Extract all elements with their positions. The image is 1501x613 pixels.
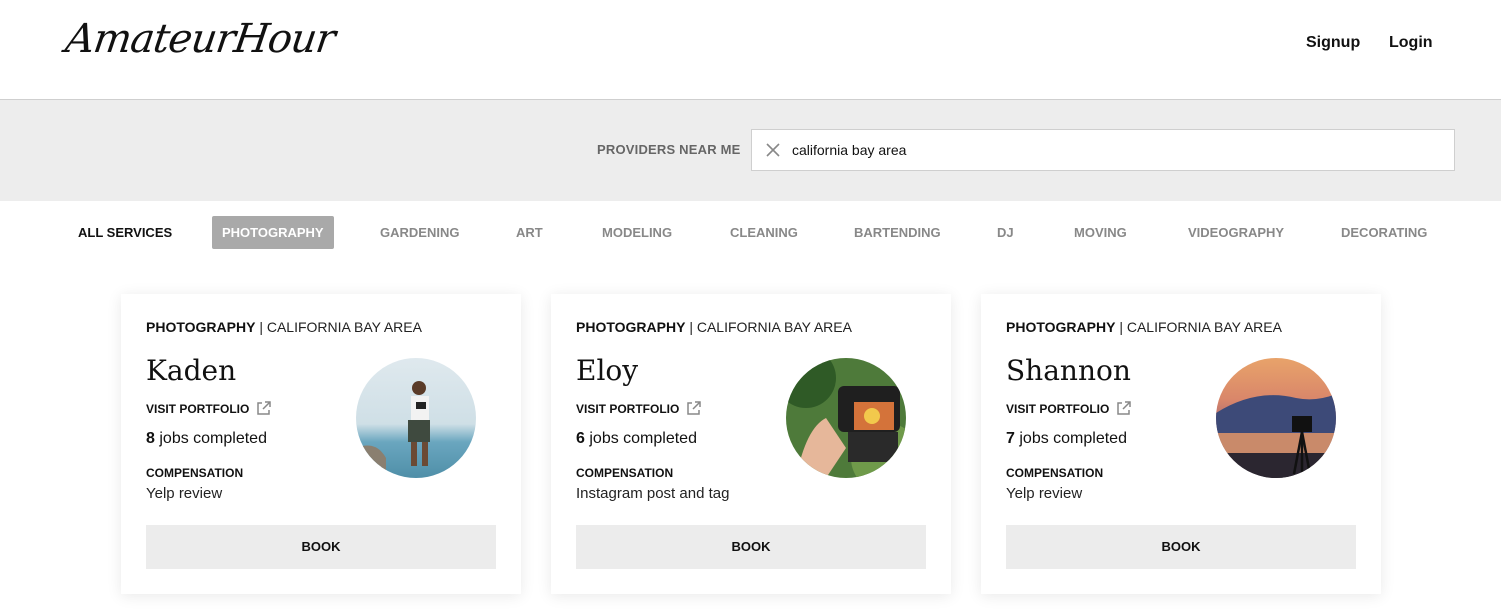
compensation-label: COMPENSATION (146, 466, 244, 480)
external-link-icon (1117, 401, 1132, 415)
jobs-count: 6 (576, 430, 585, 447)
tab-videography[interactable]: VIDEOGRAPHY (1188, 216, 1284, 249)
tab-gardening[interactable]: GARDENING (380, 216, 459, 249)
tab-bartending[interactable]: BARTENDING (854, 216, 941, 249)
card-meta: PHOTOGRAPHY | CALIFORNIA BAY AREA (576, 319, 852, 335)
card-location: | CALIFORNIA BAY AREA (259, 319, 422, 335)
compensation-value: Yelp review (1006, 485, 1083, 502)
provider-card: PHOTOGRAPHY | CALIFORNIA BAY AREA Kaden … (121, 294, 521, 594)
provider-card: PHOTOGRAPHY | CALIFORNIA BAY AREA Eloy V… (551, 294, 951, 594)
card-category: PHOTOGRAPHY (576, 319, 686, 335)
tab-modeling[interactable]: MODELING (602, 216, 672, 249)
book-button[interactable]: BOOK (576, 525, 926, 569)
visit-portfolio-link[interactable]: VISIT PORTFOLIO (576, 400, 702, 417)
visit-portfolio-link[interactable]: VISIT PORTFOLIO (1006, 400, 1132, 417)
tab-cleaning[interactable]: CLEANING (730, 216, 798, 249)
avatar (786, 358, 906, 478)
site-header: AmateurHour Signup Login (0, 0, 1501, 100)
card-meta: PHOTOGRAPHY | CALIFORNIA BAY AREA (1006, 319, 1282, 335)
tab-photography[interactable]: PHOTOGRAPHY (212, 216, 334, 249)
site-logo[interactable]: AmateurHour (63, 16, 338, 62)
jobs-count: 7 (1006, 430, 1015, 447)
card-location: | CALIFORNIA BAY AREA (689, 319, 852, 335)
close-icon[interactable] (764, 141, 782, 159)
visit-portfolio-label: VISIT PORTFOLIO (1006, 401, 1110, 416)
jobs-completed: 8 jobs completed (146, 430, 267, 448)
avatar (356, 358, 476, 478)
provider-name: Kaden (146, 354, 237, 387)
tab-all-services[interactable]: ALL SERVICES (78, 216, 172, 249)
card-category: PHOTOGRAPHY (1006, 319, 1116, 335)
visit-portfolio-link[interactable]: VISIT PORTFOLIO (146, 400, 272, 417)
provider-name: Shannon (1006, 354, 1131, 387)
tab-decorating[interactable]: DECORATING (1341, 216, 1427, 249)
card-meta: PHOTOGRAPHY | CALIFORNIA BAY AREA (146, 319, 422, 335)
search-label: PROVIDERS NEAR ME (597, 142, 741, 157)
service-tabs: ALL SERVICES PHOTOGRAPHY GARDENING ART M… (0, 216, 1501, 250)
avatar (1216, 358, 1336, 478)
tab-art[interactable]: ART (516, 216, 543, 249)
login-link[interactable]: Login (1389, 34, 1433, 52)
search-band: PROVIDERS NEAR ME (0, 100, 1501, 201)
jobs-suffix: jobs completed (1019, 430, 1127, 447)
external-link-icon (687, 401, 702, 415)
signup-link[interactable]: Signup (1306, 34, 1360, 52)
jobs-completed: 7 jobs completed (1006, 430, 1127, 448)
book-button[interactable]: BOOK (1006, 525, 1356, 569)
provider-name: Eloy (576, 354, 639, 387)
tab-dj[interactable]: DJ (997, 216, 1014, 249)
tab-moving[interactable]: MOVING (1074, 216, 1127, 249)
visit-portfolio-label: VISIT PORTFOLIO (576, 401, 680, 416)
search-box (751, 129, 1455, 171)
external-link-icon (257, 401, 272, 415)
jobs-suffix: jobs completed (589, 430, 697, 447)
location-search-input[interactable] (792, 130, 1442, 170)
jobs-suffix: jobs completed (159, 430, 267, 447)
book-button[interactable]: BOOK (146, 525, 496, 569)
compensation-label: COMPENSATION (576, 466, 674, 480)
jobs-count: 8 (146, 430, 155, 447)
card-category: PHOTOGRAPHY (146, 319, 256, 335)
provider-card: PHOTOGRAPHY | CALIFORNIA BAY AREA Shanno… (981, 294, 1381, 594)
visit-portfolio-label: VISIT PORTFOLIO (146, 401, 250, 416)
compensation-label: COMPENSATION (1006, 466, 1104, 480)
compensation-value: Instagram post and tag (576, 485, 730, 502)
compensation-value: Yelp review (146, 485, 223, 502)
card-location: | CALIFORNIA BAY AREA (1119, 319, 1282, 335)
jobs-completed: 6 jobs completed (576, 430, 697, 448)
